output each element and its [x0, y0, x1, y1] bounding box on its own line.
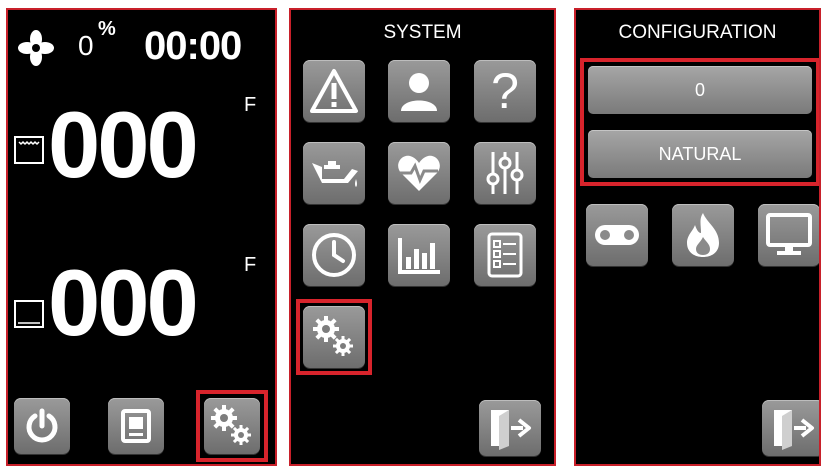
bottom-temperature[interactable]: 000	[48, 256, 199, 350]
system-title: SYSTEM	[383, 22, 462, 43]
statistics-button[interactable]	[388, 224, 450, 286]
recipe-book-icon	[121, 409, 151, 443]
bottom-heat-icon	[14, 300, 44, 328]
chart-icon	[398, 238, 440, 274]
exit-button[interactable]	[762, 400, 819, 456]
home-screen: 0 % 00:00 000 F 000 F	[6, 8, 277, 466]
alarms-button[interactable]	[303, 60, 365, 122]
power-button[interactable]	[14, 398, 70, 454]
burner-button[interactable]	[672, 204, 734, 266]
flame-icon	[687, 213, 719, 257]
adjust-button[interactable]	[474, 142, 536, 204]
timer-display[interactable]: 00:00	[144, 24, 242, 69]
exit-icon	[774, 410, 814, 450]
sliders-icon	[486, 152, 524, 194]
clock-button[interactable]	[303, 224, 365, 286]
user-button[interactable]	[388, 60, 450, 122]
clock-icon	[312, 233, 356, 277]
help-button[interactable]: ?	[474, 60, 536, 122]
help-icon: ?	[491, 66, 519, 116]
exit-button[interactable]	[479, 400, 541, 456]
oil-icon	[312, 161, 358, 187]
oil-button[interactable]	[303, 142, 365, 204]
settings-highlight	[196, 390, 268, 462]
bottom-temperature-unit: F	[244, 254, 257, 276]
conveyor-button[interactable]	[586, 204, 648, 266]
power-icon	[26, 408, 58, 443]
top-temperature-unit: F	[244, 94, 257, 116]
monitor-icon	[766, 213, 812, 255]
top-heat-icon	[14, 136, 44, 164]
conveyor-icon	[595, 225, 639, 245]
system-screen: SYSTEM ?	[289, 8, 556, 466]
humidity-unit: %	[98, 18, 116, 40]
configuration-highlight	[296, 299, 372, 375]
svg-text:?: ?	[491, 66, 519, 116]
checklist-icon	[487, 232, 523, 278]
health-button[interactable]	[388, 142, 450, 204]
humidity-value: 0	[78, 30, 94, 61]
top-temperature[interactable]: 000	[48, 98, 199, 192]
warning-icon	[310, 69, 358, 113]
display-button[interactable]	[758, 204, 819, 266]
recipe-book-button[interactable]	[108, 398, 164, 454]
fields-highlight	[580, 58, 819, 186]
configuration-screen: CONFIGURATION 0 NATURAL	[574, 8, 821, 466]
health-icon	[398, 155, 440, 191]
fan-icon[interactable]	[18, 30, 54, 66]
user-icon	[401, 73, 437, 111]
exit-icon	[491, 410, 531, 450]
checklist-button[interactable]	[474, 224, 536, 286]
configuration-title: CONFIGURATION	[618, 22, 777, 43]
